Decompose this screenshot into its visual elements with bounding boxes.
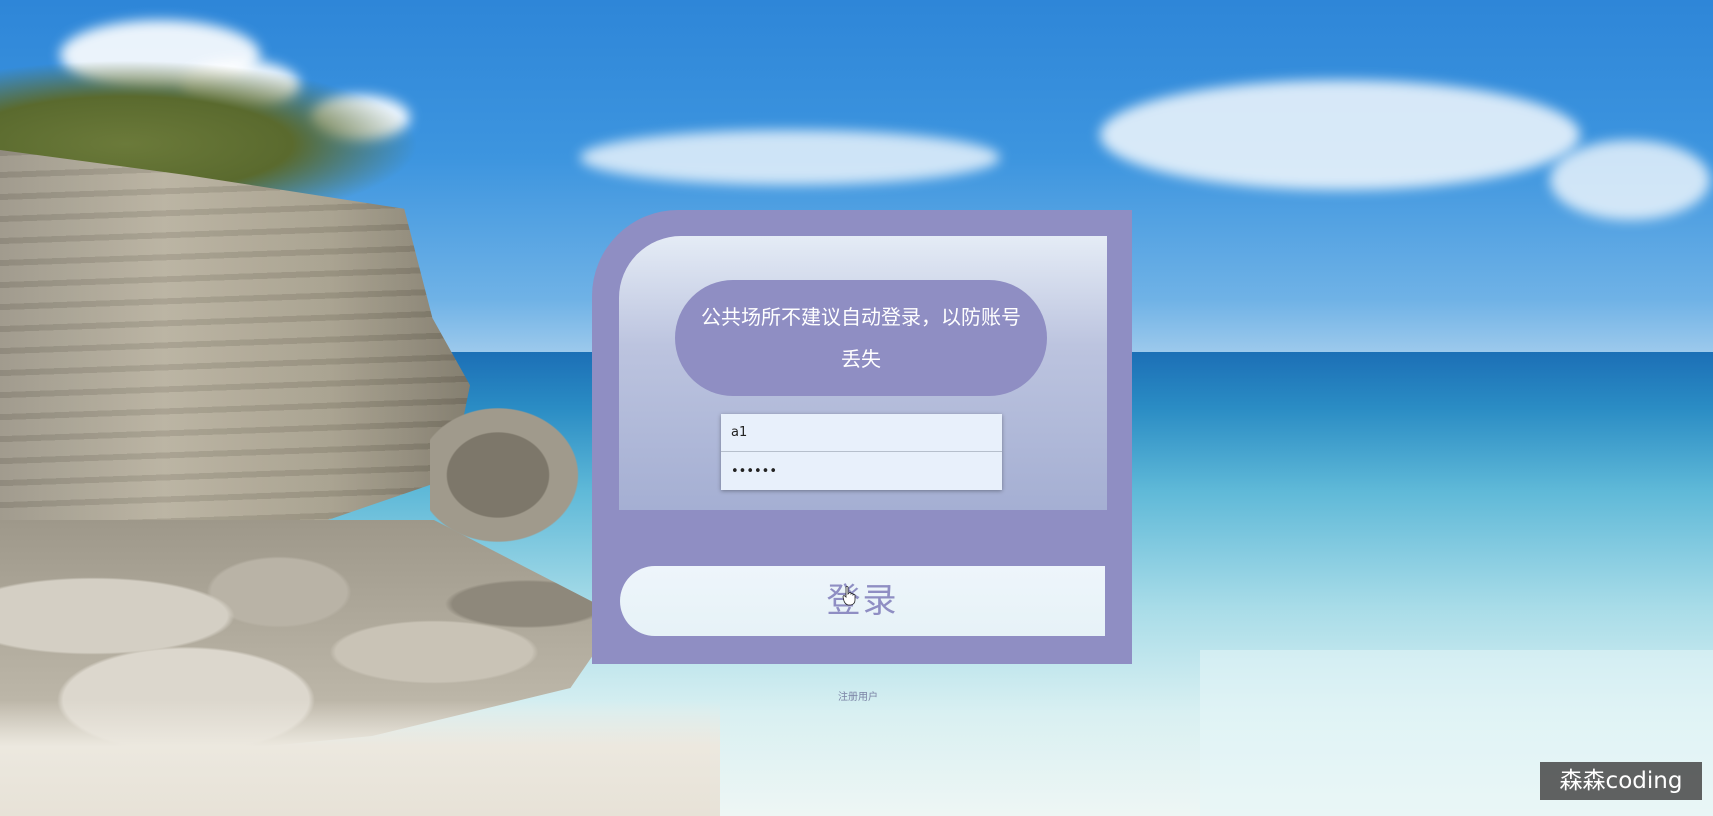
cloud — [1550, 140, 1710, 220]
cloud — [580, 130, 1000, 185]
username-input[interactable] — [721, 414, 1002, 452]
credentials-form — [721, 414, 1002, 490]
password-input[interactable] — [721, 452, 1002, 490]
watermark: 森森coding — [1540, 762, 1702, 800]
sand-beach — [0, 700, 720, 816]
login-button[interactable]: 登录 — [620, 566, 1105, 636]
register-link[interactable]: 注册用户 — [838, 688, 878, 703]
cloud — [1100, 80, 1580, 190]
notice-text: 公共场所不建议自动登录，以防账号丢失 — [701, 305, 1021, 371]
auto-login-notice: 公共场所不建议自动登录，以防账号丢失 — [675, 280, 1047, 396]
hand-cursor-icon — [842, 586, 856, 606]
